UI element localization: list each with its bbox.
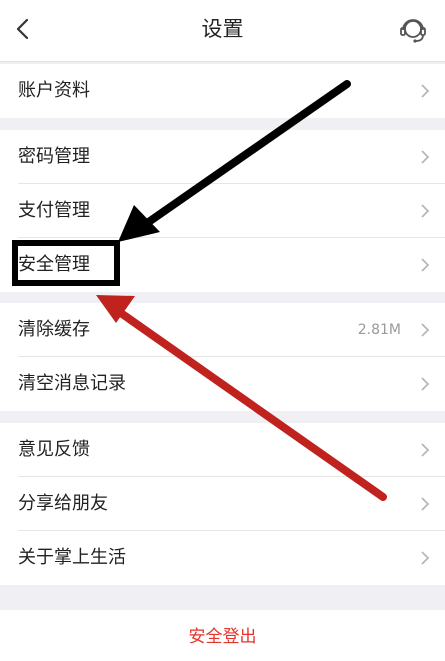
settings-item-label: 安全管理 bbox=[18, 254, 90, 275]
settings-item-account-profile[interactable]: 账户资料 bbox=[0, 64, 445, 118]
chevron-left-icon bbox=[16, 18, 29, 40]
chevron-right-icon bbox=[421, 84, 430, 98]
chevron-right-icon bbox=[421, 204, 430, 218]
chevron-right-icon bbox=[421, 443, 430, 457]
navigation-bar: 设置 bbox=[0, 0, 445, 62]
logout-button[interactable]: 安全登出 bbox=[0, 610, 445, 661]
chevron-right-icon bbox=[421, 150, 430, 164]
settings-item-security[interactable]: 安全管理 bbox=[0, 238, 445, 292]
chevron-right-icon bbox=[421, 497, 430, 511]
settings-item-label: 意见反馈 bbox=[18, 439, 90, 460]
page-title: 设置 bbox=[201, 17, 244, 41]
settings-item-label: 分享给朋友 bbox=[18, 493, 108, 514]
chevron-right-icon bbox=[421, 377, 430, 391]
settings-item-label: 清空消息记录 bbox=[18, 373, 126, 394]
customer-service-button[interactable] bbox=[393, 10, 433, 50]
back-button[interactable] bbox=[4, 10, 40, 48]
settings-item-label: 关于掌上生活 bbox=[18, 547, 126, 568]
settings-item-password[interactable]: 密码管理 bbox=[0, 130, 445, 184]
settings-item-label: 支付管理 bbox=[18, 200, 90, 221]
settings-item-share[interactable]: 分享给朋友 bbox=[0, 477, 445, 531]
cache-size-value: 2.81M bbox=[357, 322, 401, 338]
settings-item-label: 清除缓存 bbox=[18, 319, 90, 340]
chevron-right-icon bbox=[421, 258, 430, 272]
settings-item-payment[interactable]: 支付管理 bbox=[0, 184, 445, 238]
chevron-right-icon bbox=[421, 323, 430, 337]
logout-label: 安全登出 bbox=[188, 627, 257, 647]
chevron-right-icon bbox=[421, 551, 430, 565]
settings-item-about[interactable]: 关于掌上生活 bbox=[0, 531, 445, 585]
settings-item-label: 密码管理 bbox=[18, 146, 90, 167]
settings-item-clear-cache[interactable]: 清除缓存 2.81M bbox=[0, 303, 445, 357]
customer-service-headset-icon bbox=[400, 19, 426, 43]
settings-item-label: 账户资料 bbox=[18, 80, 90, 101]
settings-item-clear-messages[interactable]: 清空消息记录 bbox=[0, 357, 445, 411]
settings-item-feedback[interactable]: 意见反馈 bbox=[0, 423, 445, 477]
